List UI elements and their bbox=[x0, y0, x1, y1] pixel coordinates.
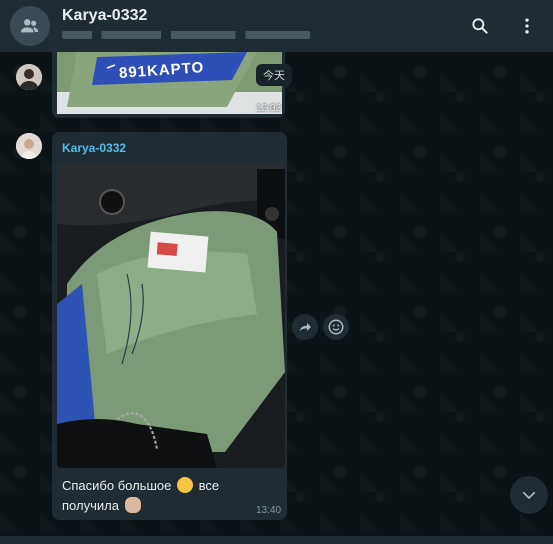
scroll-down-button[interactable] bbox=[510, 476, 548, 514]
react-button[interactable] bbox=[323, 314, 349, 340]
forward-button[interactable] bbox=[292, 314, 318, 340]
message-image[interactable] bbox=[57, 164, 285, 468]
clapping-hands-emoji bbox=[124, 497, 141, 513]
chevron-down-icon bbox=[522, 491, 536, 500]
menu-button[interactable] bbox=[513, 12, 541, 40]
group-avatar-icon bbox=[20, 19, 39, 33]
sender-avatar[interactable] bbox=[16, 133, 42, 159]
group-avatar[interactable] bbox=[10, 6, 50, 46]
forward-icon bbox=[299, 323, 311, 331]
smiling-face-emoji bbox=[176, 477, 193, 493]
chat-title[interactable]: Karya-0332 bbox=[62, 7, 147, 25]
composer-bar bbox=[0, 536, 553, 544]
date-chip: 今天 bbox=[256, 64, 292, 86]
sender-name[interactable]: Karya-0332 bbox=[62, 141, 126, 155]
message-caption: Спасибо большое все получила bbox=[62, 477, 220, 513]
message-bubble[interactable]: Karya-0332 Спасибо большое все получила bbox=[52, 132, 287, 520]
chat-participants bbox=[62, 29, 312, 41]
message-time: 12:02 bbox=[256, 103, 282, 114]
chat-header: Karya-0332 bbox=[0, 0, 553, 52]
search-button[interactable] bbox=[466, 12, 494, 40]
search-icon bbox=[472, 18, 488, 34]
sender-avatar[interactable] bbox=[16, 64, 42, 90]
message-image[interactable]: 891KAPTO bbox=[57, 52, 282, 114]
message-bubble[interactable]: 891KAPTO bbox=[52, 52, 285, 118]
more-vert-icon bbox=[525, 18, 529, 34]
message-time: 13:40 bbox=[256, 505, 282, 516]
emoji-react-icon bbox=[328, 319, 344, 335]
